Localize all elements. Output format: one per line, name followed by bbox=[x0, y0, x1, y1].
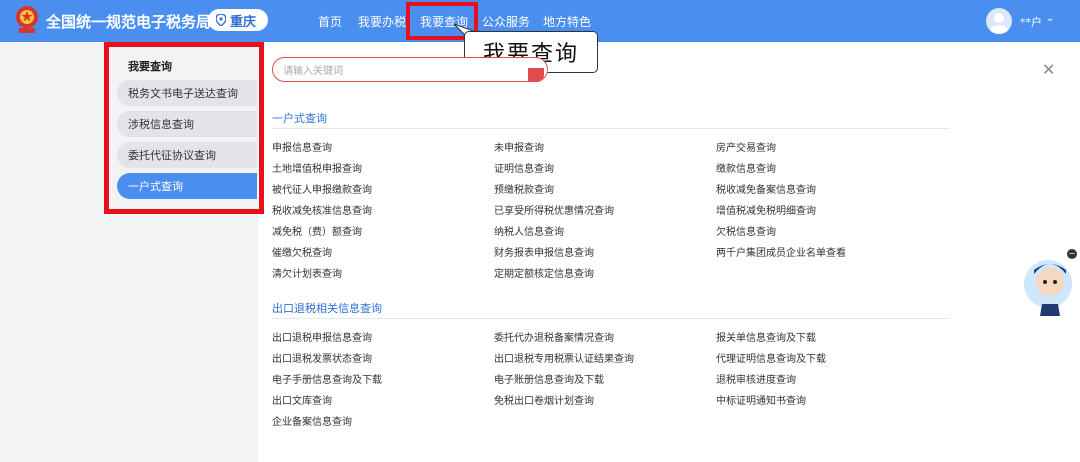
link-group-member-list[interactable]: 两千户集团成员企业名单查看 bbox=[716, 244, 846, 259]
link-e-handbook[interactable]: 电子手册信息查询及下载 bbox=[272, 371, 382, 386]
link-refund-receipt-auth[interactable]: 出口退税专用税票认证结果查询 bbox=[494, 350, 634, 365]
nav-home[interactable]: 首页 bbox=[318, 13, 342, 30]
link-e-ledger[interactable]: 电子账册信息查询及下载 bbox=[494, 371, 604, 386]
link-agency-certificate[interactable]: 代理证明信息查询及下载 bbox=[716, 350, 826, 365]
link-declaration-info[interactable]: 申报信息查询 bbox=[272, 139, 332, 154]
link-vat-relief-detail[interactable]: 增值税减免税明细查询 bbox=[716, 202, 816, 217]
section-title-export-refund: 出口退税相关信息查询 bbox=[272, 302, 382, 315]
widget-char: 纳 bbox=[1002, 261, 1016, 278]
link-refund-review-progress[interactable]: 退税审核进度查询 bbox=[716, 371, 796, 386]
link-financial-report[interactable]: 财务报表申报信息查询 bbox=[494, 244, 594, 259]
link-tobacco-export-plan[interactable]: 免税出口卷烟计划查询 bbox=[494, 392, 594, 407]
search-icon[interactable] bbox=[528, 68, 544, 82]
link-arrears-plan[interactable]: 清欠计划表查询 bbox=[272, 265, 342, 280]
link-certificate-info[interactable]: 证明信息查询 bbox=[494, 160, 554, 175]
link-export-library[interactable]: 出口文库查询 bbox=[272, 392, 332, 407]
close-icon[interactable]: ✕ bbox=[1042, 60, 1055, 79]
nav-public-service[interactable]: 公众服务 bbox=[482, 13, 530, 30]
link-bid-notice[interactable]: 中标证明通知书查询 bbox=[716, 392, 806, 407]
user-name[interactable]: **户 bbox=[1020, 14, 1042, 30]
link-customs-declaration[interactable]: 报关单信息查询及下载 bbox=[716, 329, 816, 344]
link-land-vat-declaration[interactable]: 土地增值税申报查询 bbox=[272, 160, 362, 175]
widget-char: 动 bbox=[1010, 295, 1024, 312]
section-title-one-household: 一户式查询 bbox=[272, 112, 327, 125]
region-label: 重庆 bbox=[230, 14, 257, 30]
widget-char: 互 bbox=[998, 280, 1012, 296]
widget-char: 征 bbox=[1024, 249, 1038, 266]
link-payment-info[interactable]: 缴款信息查询 bbox=[716, 160, 776, 175]
link-refund-invoice-status[interactable]: 出口退税发票状态查询 bbox=[272, 350, 372, 365]
search-input[interactable]: 请输入关键词 bbox=[272, 57, 548, 82]
nav-local-features[interactable]: 地方特色 bbox=[543, 13, 591, 30]
location-pin-icon bbox=[216, 14, 226, 26]
link-income-tax-preference[interactable]: 已享受所得税优惠情况查询 bbox=[494, 202, 614, 217]
link-tax-relief-approval[interactable]: 税收减免核准信息查询 bbox=[272, 202, 372, 217]
link-undeclared[interactable]: 未申报查询 bbox=[494, 139, 544, 154]
widget-close-icon[interactable]: − bbox=[1067, 249, 1077, 259]
link-prepaid-tax[interactable]: 预缴税款查询 bbox=[494, 181, 554, 196]
user-avatar-icon[interactable] bbox=[986, 8, 1012, 34]
link-enterprise-filing[interactable]: 企业备案信息查询 bbox=[272, 413, 352, 428]
nav-tax-handling[interactable]: 我要办税 bbox=[358, 13, 406, 30]
assistant-widget-icon[interactable]: 征 纳 互 动 bbox=[998, 244, 1074, 320]
link-collected-party-payment[interactable]: 被代征人申报缴款查询 bbox=[272, 181, 372, 196]
region-selector[interactable]: 重庆 bbox=[208, 9, 268, 31]
section-divider bbox=[272, 128, 950, 129]
app-title[interactable]: 全国统一规范电子税务局 bbox=[46, 11, 211, 32]
link-relief-amount[interactable]: 减免税（费）额查询 bbox=[272, 223, 362, 238]
link-export-refund-declaration[interactable]: 出口退税申报信息查询 bbox=[272, 329, 372, 344]
sidebar-highlight-box bbox=[104, 42, 264, 214]
link-fixed-quota[interactable]: 定期定额核定信息查询 bbox=[494, 265, 594, 280]
section-divider bbox=[272, 318, 950, 319]
link-arrears-collection[interactable]: 催缴欠税查询 bbox=[272, 244, 332, 259]
link-taxpayer-info[interactable]: 纳税人信息查询 bbox=[494, 223, 564, 238]
link-tax-arrears-info[interactable]: 欠税信息查询 bbox=[716, 223, 776, 238]
tax-emblem-icon[interactable] bbox=[14, 4, 40, 36]
link-property-transaction[interactable]: 房产交易查询 bbox=[716, 139, 776, 154]
link-agent-refund-filing[interactable]: 委托代办退税备案情况查询 bbox=[494, 329, 614, 344]
chevron-down-icon[interactable]: ⌄ bbox=[1046, 13, 1054, 24]
link-tax-relief-filing[interactable]: 税收减免备案信息查询 bbox=[716, 181, 816, 196]
